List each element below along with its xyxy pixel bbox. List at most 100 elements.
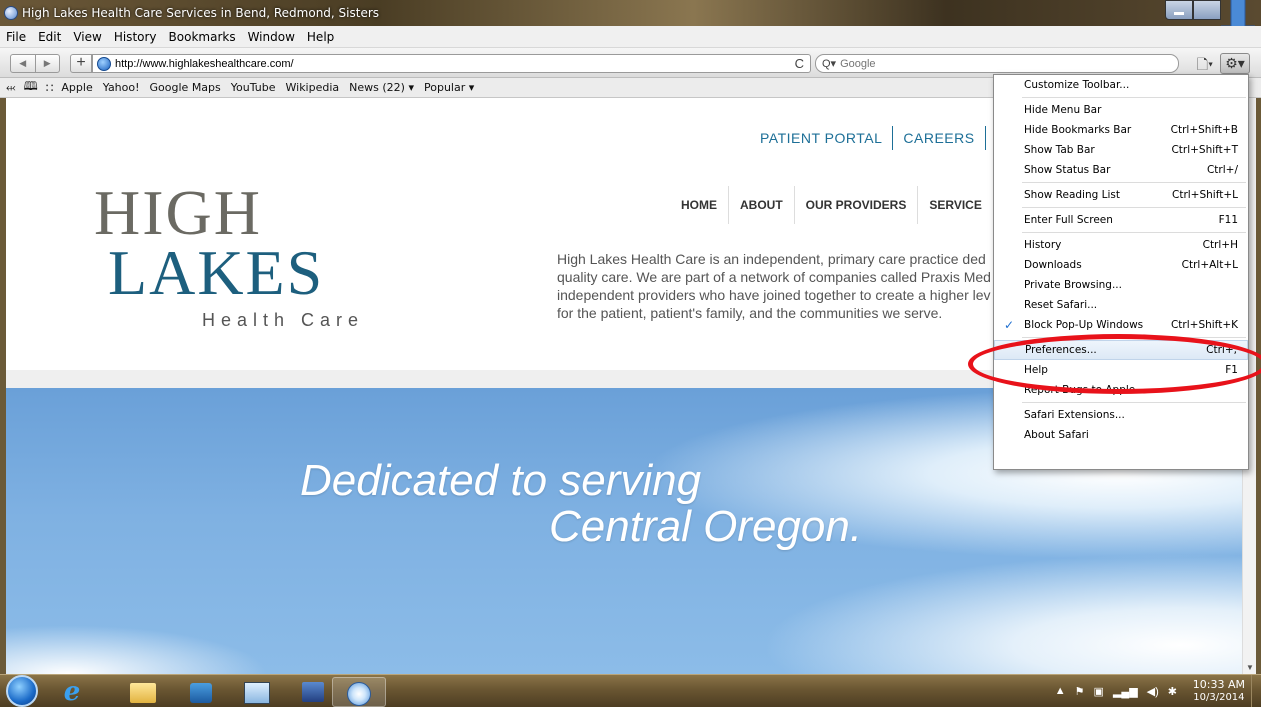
internet-explorer-icon[interactable]: e (52, 677, 92, 707)
patient-portal-link[interactable]: PATIENT PORTAL (760, 130, 882, 146)
menu-item-label: Show Status Bar (1024, 164, 1111, 176)
add-bookmark-button[interactable]: + (70, 54, 92, 73)
menu-history[interactable]: History (114, 30, 157, 44)
search-field[interactable]: Q▾ (815, 54, 1179, 73)
menu-file[interactable]: File (6, 30, 26, 44)
update-icon[interactable]: ✱ (1168, 685, 1177, 698)
menu-window[interactable]: Window (248, 30, 295, 44)
top-links: PATIENT PORTAL CAREERS P (760, 126, 1005, 150)
menu-item[interactable]: Customize Toolbar... (994, 75, 1248, 95)
clock-date: 10/3/2014 (1193, 692, 1245, 703)
reload-icon[interactable]: C (795, 56, 804, 71)
ie-glyph: e (63, 677, 81, 707)
system-tray: ▲ ⚑ ▣ ▂▄▆ ◀) ✱ (1055, 685, 1177, 698)
menu-item-label: Private Browsing... (1024, 279, 1122, 291)
menu-item-shortcut: Ctrl+H (1202, 239, 1238, 251)
show-desktop-button[interactable] (1251, 675, 1261, 707)
menu-separator (1022, 97, 1246, 98)
menu-item[interactable]: About Safari (994, 425, 1248, 445)
careers-link[interactable]: CAREERS (903, 130, 974, 146)
remote-desktop-icon[interactable] (236, 677, 276, 707)
menu-item[interactable]: Downloads Ctrl+Alt+L (994, 255, 1248, 275)
menu-item[interactable]: Show Reading List Ctrl+Shift+L (994, 185, 1248, 205)
logo-line-lakes: LAKES (108, 237, 325, 308)
hero-heading-line2: Central Oregon. (549, 502, 863, 551)
minimize-button[interactable] (1165, 0, 1193, 20)
file-explorer-icon[interactable] (124, 677, 164, 707)
url-text[interactable]: http://www.highlakeshealthcare.com/ (115, 58, 294, 70)
reading-list-icon[interactable]: ⬹ (6, 80, 16, 95)
flag-icon[interactable]: ⚑ (1075, 685, 1085, 698)
bookmark-item[interactable]: Apple (61, 81, 92, 94)
signal-icon[interactable]: ▂▄▆ (1113, 685, 1138, 698)
title-bar: High Lakes Health Care Services in Bend,… (0, 0, 1261, 46)
back-button[interactable]: ◀ (11, 55, 35, 72)
hero-heading-line1: Dedicated to serving (300, 456, 702, 505)
top-sites-icon[interactable]: ∷ (46, 81, 54, 95)
menu-item[interactable]: Safari Extensions... (994, 405, 1248, 425)
nav-services[interactable]: SERVICE (918, 186, 992, 224)
menu-item[interactable]: Show Status Bar Ctrl+/ (994, 160, 1248, 180)
menu-item[interactable]: Enter Full Screen F11 (994, 210, 1248, 230)
menu-item[interactable]: Hide Bookmarks Bar Ctrl+Shift+B (994, 120, 1248, 140)
nav-home[interactable]: HOME (670, 186, 729, 224)
network-app-icon[interactable] (294, 677, 334, 707)
bookmark-item[interactable]: News (22) ▾ (349, 81, 414, 94)
bookmark-items: Apple Yahoo! Google Maps YouTube Wikipedia Ne… (61, 81, 484, 94)
bookmark-item[interactable]: Popular ▾ (424, 81, 474, 94)
link-divider (892, 126, 894, 150)
menu-item-shortcut: Ctrl+Alt+L (1181, 259, 1238, 271)
scroll-down-icon[interactable]: ▼ (1246, 663, 1254, 672)
menu-separator (1022, 207, 1246, 208)
page-menu-button[interactable]: 🗋▾ (1192, 54, 1218, 73)
system-clock[interactable]: 10:33 AM 10/3/2014 (1193, 678, 1245, 704)
bookmark-item[interactable]: Wikipedia (286, 81, 340, 94)
address-bar[interactable]: http://www.highlakeshealthcare.com/ C (92, 54, 811, 73)
volume-icon[interactable]: ◀) (1147, 685, 1159, 698)
menu-separator (1022, 182, 1246, 183)
nav-our-providers[interactable]: OUR PROVIDERS (795, 186, 919, 224)
menu-item-shortcut: Ctrl+Shift+K (1170, 319, 1238, 331)
menu-item[interactable]: Show Tab Bar Ctrl+Shift+T (994, 140, 1248, 160)
bookmarks-icon[interactable]: 🕮 (24, 77, 38, 98)
settings-dropdown-menu: Customize Toolbar... Hide Menu Bar Hide Bo… (993, 74, 1249, 470)
bookmark-item[interactable]: Yahoo! (103, 81, 140, 94)
checkmark-icon: ✓ (1004, 318, 1015, 332)
menu-bookmarks[interactable]: Bookmarks (169, 30, 236, 44)
menu-item-label: Enter Full Screen (1024, 214, 1113, 226)
menu-edit[interactable]: Edit (38, 30, 61, 44)
network-icon[interactable]: ▣ (1094, 685, 1104, 698)
main-nav: HOME ABOUT OUR PROVIDERS SERVICE (670, 186, 993, 224)
menu-item[interactable]: History Ctrl+H (994, 235, 1248, 255)
start-button[interactable] (6, 675, 38, 707)
menu-item-label: History (1024, 239, 1062, 251)
maximize-button[interactable] (1193, 0, 1221, 20)
menu-item-label: Show Reading List (1024, 189, 1120, 201)
show-hidden-icons[interactable]: ▲ (1055, 685, 1066, 698)
annotation-ellipse (968, 334, 1261, 394)
logo-line-health-care: Health Care (202, 310, 365, 330)
menu-item[interactable]: Hide Menu Bar (994, 100, 1248, 120)
nav-about[interactable]: ABOUT (729, 186, 795, 224)
menu-item[interactable]: ✓ Block Pop-Up Windows Ctrl+Shift+K (994, 315, 1248, 335)
menu-bar: File Edit View History Bookmarks Window Help (0, 26, 1261, 48)
menu-item[interactable]: Reset Safari... (994, 295, 1248, 315)
menu-item-label: Hide Bookmarks Bar (1024, 124, 1132, 136)
menu-item[interactable]: Private Browsing... (994, 275, 1248, 295)
search-input[interactable] (840, 57, 1141, 70)
menu-item-shortcut: F11 (1218, 214, 1238, 226)
menu-item-label: Hide Menu Bar (1024, 104, 1102, 116)
menu-view[interactable]: View (73, 30, 101, 44)
bookmark-item[interactable]: Google Maps (150, 81, 221, 94)
menu-help[interactable]: Help (307, 30, 334, 44)
safari-taskbar-icon[interactable] (332, 677, 386, 707)
media-player-icon[interactable] (182, 677, 222, 707)
link-divider (984, 126, 986, 150)
bookmark-item[interactable]: YouTube (231, 81, 276, 94)
settings-gear-button[interactable]: ⚙▾ (1220, 53, 1250, 74)
menu-item-label: Show Tab Bar (1024, 144, 1095, 156)
forward-button[interactable]: ▶ (34, 55, 60, 72)
clock-time: 10:33 AM (1192, 678, 1245, 691)
menu-item-label: Reset Safari... (1024, 299, 1098, 311)
globe-icon (97, 56, 111, 71)
